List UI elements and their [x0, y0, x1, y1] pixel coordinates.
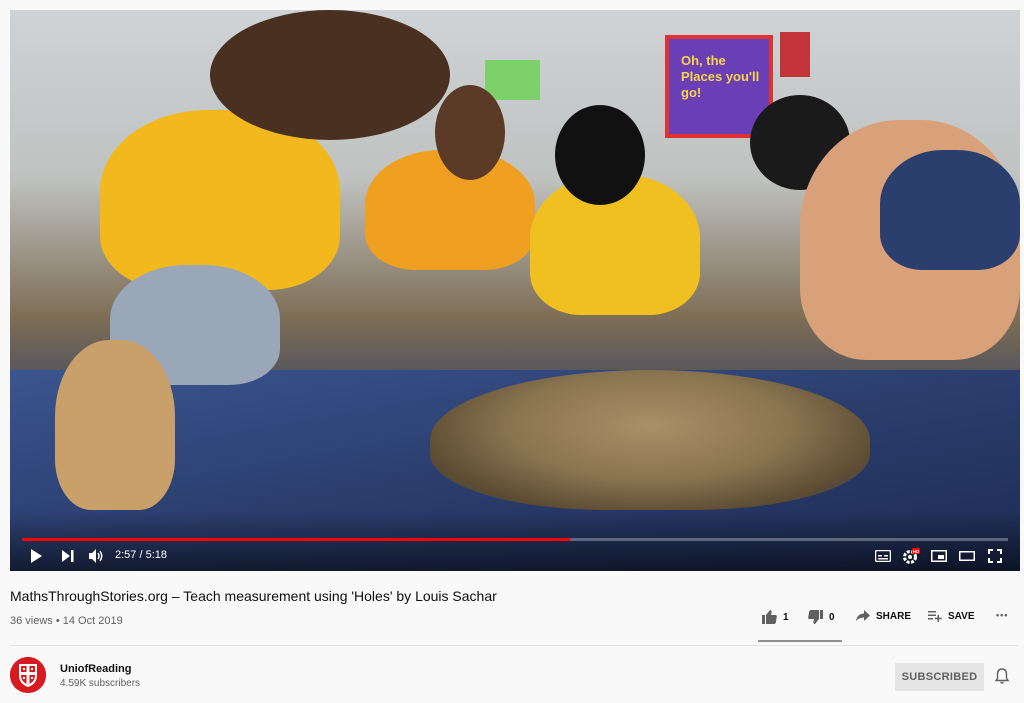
child-head: [210, 10, 450, 140]
thumbs-down-icon: [808, 610, 823, 624]
share-button[interactable]: SHARE: [856, 610, 911, 622]
channel-name[interactable]: UniofReading: [60, 663, 132, 675]
dislike-count: 0: [829, 611, 835, 623]
duration: 5:18: [145, 549, 168, 561]
subscriber-count: 4.59K subscribers: [60, 678, 141, 689]
video-player[interactable]: Oh, the Places you'll go! 2:57 / 5:18 HD: [10, 10, 1020, 571]
more-icon: •••: [996, 610, 1009, 620]
share-label: SHARE: [876, 610, 912, 622]
channel-avatar[interactable]: [10, 657, 46, 693]
wall-poster-red: [780, 32, 810, 77]
video-title: MathsThroughStories.org – Teach measurem…: [10, 588, 497, 604]
divider: [10, 645, 1018, 646]
hd-badge: HD: [913, 549, 920, 554]
settings-icon[interactable]: HD: [901, 548, 921, 564]
time-display: 2:57 / 5:18: [115, 549, 167, 561]
video-frame: Oh, the Places you'll go!: [10, 10, 1020, 571]
current-time: 2:57: [115, 549, 137, 561]
theater-icon[interactable]: [958, 548, 976, 564]
subscribe-button[interactable]: SUBSCRIBED: [895, 663, 984, 691]
notification-bell-icon[interactable]: [994, 668, 1010, 689]
sentiment-bar: [758, 640, 842, 642]
child-head: [555, 105, 645, 205]
volume-icon[interactable]: [88, 548, 106, 564]
subtitles-icon[interactable]: [874, 548, 892, 564]
fullscreen-icon[interactable]: [986, 548, 1004, 564]
save-button[interactable]: SAVE: [928, 610, 975, 622]
child-head: [435, 85, 505, 180]
thumbs-up-icon: [762, 610, 777, 624]
playlist-add-icon: [928, 611, 942, 622]
next-icon[interactable]: [60, 548, 76, 564]
university-crest-icon: [10, 657, 46, 693]
share-icon: [856, 610, 870, 621]
wall-poster-green: [485, 60, 540, 100]
view-count: 36 views: [10, 615, 53, 627]
upload-date: 14 Oct 2019: [62, 615, 123, 627]
dislike-button[interactable]: 0: [808, 610, 835, 624]
miniplayer-icon[interactable]: [930, 548, 948, 564]
player-controls: 2:57 / 5:18 HD: [10, 541, 1020, 571]
like-count: 1: [783, 611, 789, 623]
meta-separator: •: [52, 615, 63, 627]
dirt-pile: [430, 370, 870, 510]
save-label: SAVE: [948, 610, 975, 622]
more-actions-button[interactable]: •••: [996, 610, 1008, 620]
like-button[interactable]: 1: [762, 610, 789, 624]
adult-shorts: [880, 150, 1020, 270]
play-icon[interactable]: [28, 548, 44, 564]
time-separator: /: [136, 549, 146, 561]
poster-text: Oh, the Places you'll go!: [681, 53, 760, 100]
shoe: [55, 340, 175, 510]
video-meta: 36 views • 14 Oct 2019: [10, 615, 123, 627]
